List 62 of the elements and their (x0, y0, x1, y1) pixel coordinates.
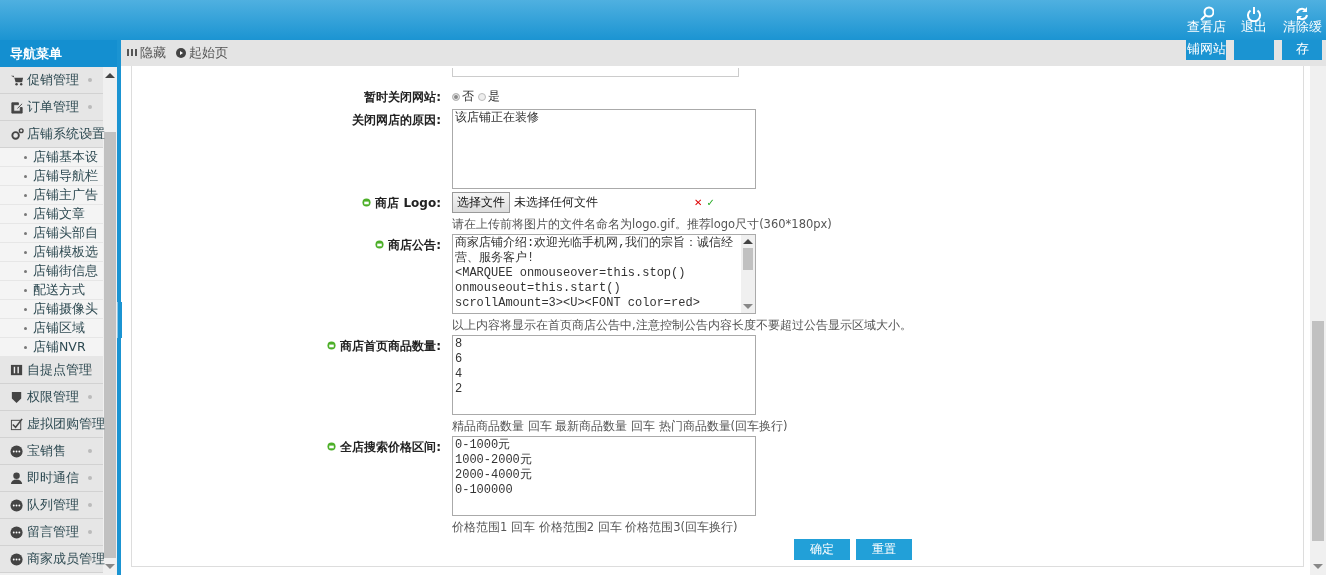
menu-group[interactable]: 商家成员管理 (0, 546, 103, 573)
choose-file-button[interactable]: 选择文件 (452, 192, 510, 213)
gears-icon (10, 126, 24, 142)
field-label: 暂时关闭网站: (363, 89, 441, 106)
menu-group[interactable]: 店铺系统设置 (0, 121, 103, 148)
scrollbar[interactable] (741, 235, 755, 313)
menu-item[interactable]: 店铺街信息 (0, 262, 103, 281)
radio-option[interactable]: 是 (478, 88, 500, 105)
power-icon (1246, 6, 1262, 22)
radio-option[interactable]: 否 (452, 88, 474, 105)
shield-icon (10, 389, 24, 405)
menu-item[interactable]: 店铺主广告 (0, 186, 103, 205)
field-hint: 请在上传前将图片的文件名命名为logo.gif。推荐logo尺寸(360*180px) (452, 217, 833, 231)
cross-icon: ✕ (694, 197, 703, 208)
menu-group[interactable]: 权限管理 (0, 384, 103, 411)
menu-group[interactable]: 促销管理 (0, 67, 103, 94)
file-status: 未选择任何文件 (514, 194, 599, 211)
field-label: 商店公告: (132, 234, 441, 332)
menu-item[interactable]: 店铺文章 (0, 205, 103, 224)
menu-item[interactable]: 店铺基本设 (0, 148, 103, 167)
field-label: 全店搜索价格区间: (132, 436, 441, 534)
menu-group[interactable]: 留言管理 (0, 519, 103, 546)
field-label: 商店 Logo: (132, 192, 441, 231)
check-icon: ✓ (706, 197, 715, 208)
menu-group[interactable]: 队列管理 (0, 492, 103, 519)
toolbar-button[interactable]: 起始页 (176, 44, 228, 62)
menu-group[interactable]: 虚拟团购管理 (0, 411, 103, 438)
columns-icon (10, 362, 24, 378)
field-hint: 价格范围1 回车 价格范围2 回车 价格范围3(回车换行) (452, 520, 739, 534)
text-area[interactable]: 8 6 4 2 (452, 335, 756, 415)
text-area[interactable]: 0-1000元 1000-2000元 2000-4000元 0-100000 (452, 436, 756, 516)
input-field[interactable] (452, 68, 739, 77)
bars-icon (127, 48, 137, 58)
menu-item[interactable]: 店铺导航栏 (0, 167, 103, 186)
play-icon (176, 48, 186, 58)
menu-item[interactable]: 店铺摄像头 (0, 300, 103, 319)
search-icon (1198, 6, 1214, 22)
menu-group[interactable]: 即时通信 (0, 465, 103, 492)
ellipsis-icon (10, 497, 24, 513)
refresh-icon (1294, 6, 1310, 22)
field-label: 关闭网店的原因: (351, 112, 441, 129)
menu-item[interactable]: 店铺NVR (0, 338, 103, 357)
ellipsis-icon (10, 443, 24, 459)
text-area[interactable]: 该店铺正在装修 (452, 109, 756, 189)
field-label: 商店首页商品数量: (132, 335, 441, 433)
scrollbar[interactable] (1310, 66, 1326, 575)
menu-group[interactable]: 订单管理 (0, 94, 103, 121)
ellipsis-icon (10, 551, 24, 567)
edit-icon (10, 99, 24, 115)
field-hint: 精品商品数量 回车 最新商品数量 回车 热门商品数量(回车换行) (452, 419, 789, 433)
field-hint: 以上内容将显示在首页商店公告中,注意控制公告内容长度不要超过公告显示区域大小。 (452, 318, 913, 332)
toolbar-button[interactable]: 隐藏 (127, 44, 166, 62)
text-area[interactable]: 商家店铺介绍:欢迎光临手机网,我们的宗旨：诚信经营、服务客户! <MARQUEE onmouseover=this.stop() onmouseout=this.start() scrollAmount=3><U><FONT color=red> (452, 234, 756, 314)
sidebar-title: 导航菜单 (0, 40, 117, 67)
menu-item[interactable]: 店铺模板选 (0, 243, 103, 262)
user-icon (10, 470, 24, 486)
checkbox-icon (10, 416, 24, 432)
menu-item[interactable]: 店铺头部自 (0, 224, 103, 243)
menu-item[interactable]: 店铺区域 (0, 319, 103, 338)
menu-group[interactable]: 宝销售 (0, 438, 103, 465)
menu-item[interactable]: 配送方式 (0, 281, 103, 300)
ellipsis-icon (10, 524, 24, 540)
